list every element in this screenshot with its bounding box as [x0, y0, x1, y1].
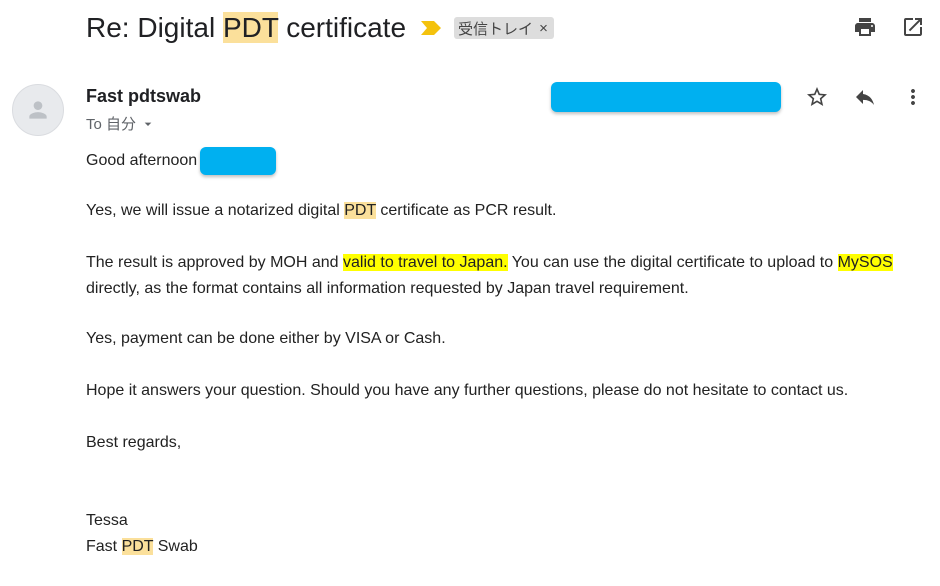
remove-label-button[interactable]: ×: [539, 20, 548, 37]
inbox-label-chip[interactable]: 受信トレイ ×: [454, 17, 554, 39]
sig-company-highlight: PDT: [121, 538, 154, 555]
greeting-line: Good afternoon: [86, 146, 926, 176]
email-subject: Re: Digital PDT certificate: [86, 12, 406, 44]
sig-company-after: Swab: [153, 538, 198, 555]
p1-text-before: Yes, we will issue a notarized digital: [86, 202, 345, 219]
paragraph-approval: The result is approved by MOH and valid …: [86, 250, 926, 302]
signature-name: Tessa: [86, 512, 128, 529]
p2-highlight-mysos: MySOS: [837, 254, 893, 271]
sig-company-before: Fast: [86, 538, 122, 555]
signature-company: Fast PDT Swab: [86, 534, 926, 560]
chevron-down-icon[interactable]: [140, 116, 156, 132]
paragraph-payment: Yes, payment can be done either by VISA …: [86, 330, 446, 347]
paragraph-certificate: Yes, we will issue a notarized digital P…: [86, 198, 926, 224]
open-in-new-window-icon[interactable]: [900, 14, 926, 40]
subject-suffix: certificate: [278, 12, 407, 43]
person-avatar-icon: [29, 101, 47, 119]
print-icon[interactable]: [852, 14, 878, 40]
redacted-date-block: [551, 82, 781, 112]
p2-highlight-japan: valid to travel to Japan.: [343, 254, 508, 271]
p1-highlight: PDT: [344, 202, 376, 219]
email-subject-row: Re: Digital PDT certificate 受信トレイ ×: [86, 8, 554, 48]
sign-off: Best regards,: [86, 434, 182, 451]
subject-toolbar: [852, 14, 926, 40]
message-actions: [804, 84, 926, 110]
importance-marker-icon[interactable]: [420, 20, 442, 36]
p2-text-middle: You can use the digital certificate to u…: [507, 254, 838, 271]
sender-name[interactable]: Fast pdtswab: [86, 86, 201, 107]
greeting-text: Good afternoon: [86, 152, 198, 169]
recipient-line[interactable]: To 自分: [86, 113, 156, 134]
paragraph-closing: Hope it answers your question. Should yo…: [86, 382, 849, 399]
p2-text-before: The result is approved by MOH and: [86, 254, 344, 271]
more-vert-icon[interactable]: [900, 84, 926, 110]
reply-icon[interactable]: [852, 84, 878, 110]
sender-avatar[interactable]: [12, 84, 64, 136]
p1-text-after: certificate as PCR result.: [375, 202, 557, 219]
subject-highlight: PDT: [222, 12, 279, 43]
star-icon[interactable]: [804, 84, 830, 110]
p2-text-after: directly, as the format contains all inf…: [86, 280, 689, 297]
message-body: Good afternoon Yes, we will issue a nota…: [86, 146, 926, 560]
inbox-label-text: 受信トレイ: [458, 20, 534, 38]
redacted-name-block: [200, 147, 277, 175]
recipient-label: To 自分: [86, 116, 137, 133]
subject-prefix: Re: Digital: [86, 12, 223, 43]
